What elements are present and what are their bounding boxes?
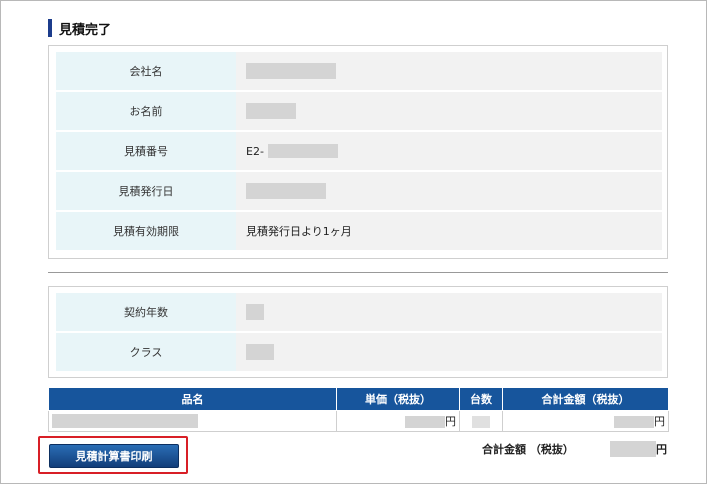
label-quote-number: 見積番号 — [56, 132, 236, 170]
grand-total-value: 円 — [610, 440, 667, 458]
info-row-issue-date: 見積発行日 — [56, 172, 662, 210]
print-quote-button[interactable]: 見積計算書印刷 — [49, 444, 179, 468]
value-contract-years — [246, 293, 264, 331]
section-heading: 見積完了 — [48, 19, 112, 38]
label-name: お名前 — [56, 92, 236, 130]
col-header-item: 品名 — [48, 387, 337, 411]
value-company — [246, 52, 336, 90]
line-total-currency: 円 — [654, 415, 665, 428]
label-issue-date: 見積発行日 — [56, 172, 236, 210]
section-divider — [48, 272, 668, 273]
col-header-unit-price: 単価（税抜） — [336, 387, 460, 411]
info-row-quote-number: 見積番号 E2- — [56, 132, 662, 170]
redacted-class — [246, 344, 274, 360]
cell-item-name — [48, 410, 337, 432]
redacted-quote-number — [267, 144, 338, 158]
cell-line-total: 円 — [502, 410, 669, 432]
print-button-highlight: 見積計算書印刷 — [38, 436, 188, 474]
contract-panel: 契約年数 クラス — [48, 286, 668, 378]
quote-number-prefix: E2- — [246, 144, 264, 158]
info-row-name: お名前 — [56, 92, 662, 130]
grand-total-currency: 円 — [656, 443, 667, 456]
info-row-expiry: 見積有効期限 見積発行日より1ヶ月 — [56, 212, 662, 250]
table-row: 円 円 — [48, 410, 669, 432]
value-class — [246, 333, 274, 371]
redacted-quantity — [472, 415, 490, 428]
unit-price-currency: 円 — [445, 415, 456, 428]
redacted-grand-total — [610, 441, 656, 457]
contract-row-years: 契約年数 — [56, 293, 662, 331]
redacted-contract-years — [246, 304, 264, 320]
label-expiry: 見積有効期限 — [56, 212, 236, 250]
value-expiry: 見積発行日より1ヶ月 — [246, 225, 352, 238]
redacted-issue-date — [246, 183, 326, 199]
value-issue-date — [246, 172, 326, 210]
page-title: 見積完了 — [59, 22, 112, 38]
label-company: 会社名 — [56, 52, 236, 90]
redacted-name — [246, 103, 296, 119]
redacted-item-name — [52, 414, 198, 428]
label-class: クラス — [56, 333, 236, 371]
redacted-unit-price — [405, 416, 445, 428]
quote-info-panel: 会社名 お名前 見積番号 E2- 見積発行日 見積有効期限 見積発行日より1ヶ月 — [48, 45, 668, 259]
cell-quantity — [459, 410, 503, 432]
quote-items-table: 品名 単価（税抜） 台数 合計金額（税抜） 円 円 — [48, 387, 669, 432]
value-quote-number: E2- — [246, 132, 338, 170]
grand-total-label: 合計金額 （税抜） — [482, 443, 574, 456]
info-row-company: 会社名 — [56, 52, 662, 90]
contract-row-class: クラス — [56, 333, 662, 371]
table-header-row: 品名 単価（税抜） 台数 合計金額（税抜） — [48, 387, 669, 411]
redacted-company — [246, 63, 336, 79]
value-name — [246, 92, 296, 130]
col-header-quantity: 台数 — [459, 387, 503, 411]
col-header-total: 合計金額（税抜） — [502, 387, 669, 411]
cell-unit-price: 円 — [336, 410, 460, 432]
heading-accent-bar — [48, 19, 52, 37]
label-contract-years: 契約年数 — [56, 293, 236, 331]
redacted-line-total — [614, 416, 654, 428]
